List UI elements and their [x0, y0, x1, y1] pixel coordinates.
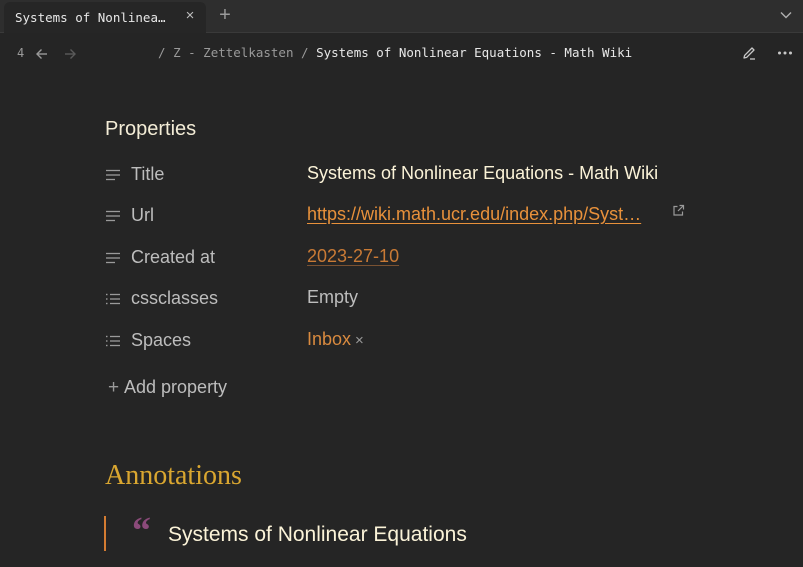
history-count: 4 [17, 46, 25, 60]
tag-inbox[interactable]: Inbox [307, 329, 351, 349]
tag-pill: Inbox × [307, 329, 364, 350]
property-row-cssclasses: cssclasses Empty [105, 284, 725, 314]
property-key[interactable]: cssclasses [131, 288, 218, 309]
text-lines-icon [106, 252, 120, 264]
property-key[interactable]: Title [131, 164, 164, 185]
property-row-url: Url https://wiki.math.ucr.edu/index.php/… [105, 201, 725, 231]
text-lines-icon [106, 169, 120, 181]
tab-active[interactable]: Systems of Nonlinea… × [4, 2, 206, 33]
add-property-label: Add property [124, 377, 228, 397]
text-lines-icon [106, 210, 120, 222]
annotations-heading: Annotations [105, 460, 242, 491]
external-link-icon[interactable] [672, 204, 685, 217]
pencil-icon[interactable] [741, 45, 757, 61]
tab-bar: Systems of Nonlinea… × + [0, 0, 803, 33]
arrow-left-icon[interactable] [34, 46, 50, 62]
chevron-down-icon[interactable] [779, 8, 793, 22]
property-key[interactable]: Spaces [131, 330, 191, 351]
property-value-empty[interactable]: Empty [307, 287, 358, 308]
property-row-created: Created at 2023-27-10 [105, 243, 725, 273]
plus-icon: + [108, 377, 120, 398]
add-property-button[interactable]: + Add property [108, 377, 227, 399]
breadcrumb-separator: / [158, 45, 166, 60]
breadcrumb-current[interactable]: Systems of Nonlinear Equations - Math Wi… [316, 45, 632, 60]
breadcrumb-folder[interactable]: Z - Zettelkasten [173, 45, 293, 60]
more-options-icon[interactable] [776, 45, 794, 61]
blockquote: “ Systems of Nonlinear Equations [104, 510, 704, 552]
tab-title: Systems of Nonlinea… [15, 10, 166, 25]
date-link[interactable]: 2023-27-10 [307, 246, 399, 267]
property-value[interactable]: Systems of Nonlinear Equations - Math Wi… [307, 163, 658, 184]
properties-heading: Properties [105, 118, 197, 140]
list-icon [106, 293, 120, 305]
quote-text: Systems of Nonlinear Equations [168, 523, 467, 546]
property-row-spaces: Spaces Inbox × [105, 326, 725, 356]
nav-bar: 4 / Z - Zettelkasten / Systems of Nonlin… [0, 34, 803, 72]
property-key[interactable]: Url [131, 205, 154, 226]
list-icon [106, 335, 120, 347]
property-row-title: Title Systems of Nonlinear Equations - M… [105, 160, 725, 190]
quote-icon: “ [132, 510, 151, 552]
plus-icon[interactable]: + [216, 5, 234, 25]
url-link[interactable]: https://wiki.math.ucr.edu/index.php/Syst… [307, 204, 641, 225]
arrow-right-icon[interactable] [62, 46, 78, 62]
breadcrumb: / Z - Zettelkasten / Systems of Nonlinea… [158, 45, 632, 60]
breadcrumb-separator: / [301, 45, 309, 60]
property-key[interactable]: Created at [131, 247, 215, 268]
tag-remove-icon[interactable]: × [355, 332, 364, 349]
close-icon[interactable]: × [183, 8, 197, 23]
